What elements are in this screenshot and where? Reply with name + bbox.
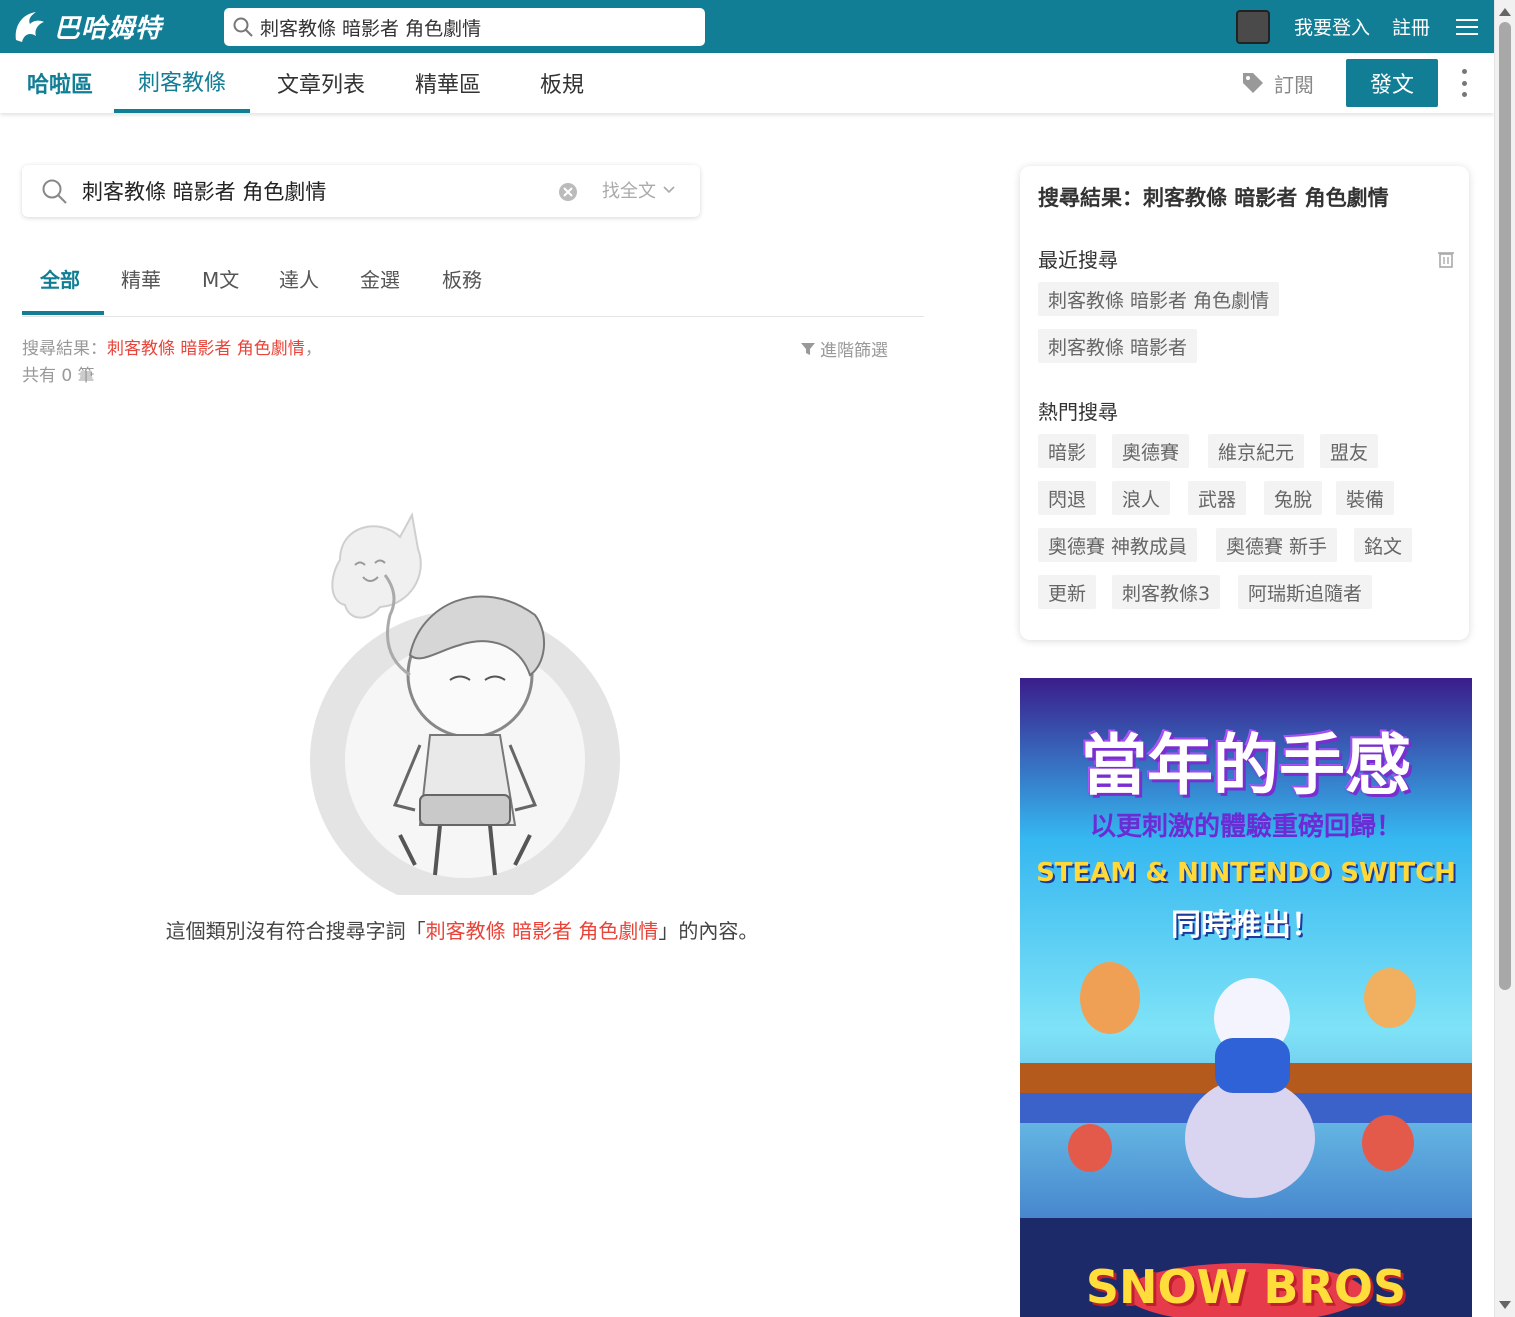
chevron-down-icon [663, 186, 675, 194]
register-link[interactable]: 註冊 [1392, 13, 1430, 40]
empty-state-illustration [310, 512, 620, 895]
search-icon [42, 179, 67, 204]
empty-message: 這個類別沒有符合搜尋字詞「刺客教條 暗影者 角色劇情」的內容。 [0, 915, 924, 944]
hot-search-chip[interactable]: 盟友 [1320, 434, 1379, 468]
ad-release: 同時推出！ [1171, 908, 1321, 943]
hot-search-chip[interactable]: 銘文 [1354, 528, 1413, 562]
search-scope-select[interactable]: 找全文 [602, 177, 676, 203]
tab-m-posts[interactable]: M文 [202, 264, 239, 293]
hot-search-title: 熱門搜尋 [1038, 400, 1118, 424]
site-logo[interactable]: 巴哈姆特 [10, 4, 190, 48]
search-box[interactable]: 刺客教條 暗影者 角色劇情 找全文 [22, 165, 700, 217]
search-icon[interactable] [232, 16, 254, 38]
recent-search-title: 最近搜尋 [1038, 248, 1118, 272]
search-query[interactable]: 刺客教條 暗影者 角色劇情 [82, 176, 542, 206]
hot-search-chip[interactable]: 暗影 [1038, 434, 1097, 468]
top-bar: 巴哈姆特 我要登入 註冊 [0, 0, 1494, 53]
hot-search-chip[interactable]: 武器 [1188, 481, 1247, 515]
top-search-bar[interactable] [224, 8, 705, 46]
hot-search-chip[interactable]: 更新 [1038, 575, 1097, 609]
summary-keyword: 刺客教條 暗影者 角色劇情 [107, 339, 305, 359]
clear-icon[interactable] [558, 182, 578, 202]
tab-gold[interactable]: 金選 [360, 264, 400, 293]
tab-board-affairs[interactable]: 板務 [442, 264, 482, 293]
advanced-filter-button[interactable]: 進階篩選 [800, 336, 888, 361]
advanced-filter-label: 進階篩選 [820, 341, 888, 361]
menu-icon[interactable] [1456, 18, 1478, 35]
active-tab-indicator [22, 311, 104, 315]
logo-text: 巴哈姆特 [54, 13, 163, 44]
subscribe-button[interactable]: 訂閱 [1240, 53, 1314, 113]
summary-suffix: ， [304, 339, 322, 359]
scrollbar-thumb[interactable] [1499, 22, 1511, 990]
login-link[interactable]: 我要登入 [1294, 13, 1370, 40]
ad-banner[interactable]: 當年的手感 以更刺激的體驗重磅回歸！ STEAM & NINTENDO SWIT… [1020, 678, 1472, 1317]
scroll-up-icon[interactable] [1499, 8, 1511, 16]
more-options-icon[interactable] [1460, 69, 1468, 97]
avatar-icon[interactable] [1235, 9, 1270, 44]
ad-subline: 以更刺激的體驗重磅回歸！ [1089, 812, 1402, 842]
filter-icon [801, 342, 815, 355]
post-button[interactable]: 發文 [1346, 59, 1438, 107]
nav-home[interactable]: 哈啦區 [18, 53, 102, 113]
top-search-input[interactable] [260, 16, 680, 38]
result-count: 共有 0 筆 [22, 366, 95, 386]
board-nav: 哈啦區 刺客教條 文章列表 精華區 板規 訂閱 發文 [0, 53, 1494, 113]
empty-message-before: 這個類別沒有符合搜尋字詞「 [165, 919, 426, 943]
trash-icon[interactable] [1438, 250, 1454, 268]
tab-all[interactable]: 全部 [40, 264, 80, 293]
panel-title: 搜尋結果：刺客教條 暗影者 角色劇情 [1038, 186, 1389, 210]
page-scrollbar[interactable] [1494, 0, 1515, 1317]
empty-message-after: 」的內容。 [658, 919, 759, 943]
search-scope-label: 找全文 [602, 181, 656, 202]
scroll-down-icon[interactable] [1499, 1301, 1511, 1309]
subscribe-label: 訂閱 [1274, 72, 1314, 97]
recent-search-chip[interactable]: 刺客教條 暗影者 [1038, 329, 1198, 363]
hot-search-chip[interactable]: 刺客教條3 [1112, 575, 1221, 609]
hot-search-chip[interactable]: 閃退 [1038, 481, 1097, 515]
dragon-logo-icon [15, 12, 44, 42]
ad-game-title: SNOW BROS [1085, 1260, 1407, 1314]
hot-search-chip[interactable]: 奧德賽 [1112, 434, 1190, 468]
summary-prefix: 搜尋結果： [22, 339, 107, 359]
hot-search-chip[interactable]: 奧德賽 新手 [1216, 528, 1338, 562]
nav-digest[interactable]: 精華區 [390, 53, 506, 113]
hot-search-chip[interactable]: 裝備 [1336, 481, 1395, 515]
hot-search-chip[interactable]: 浪人 [1112, 481, 1171, 515]
hot-search-chip[interactable]: 阿瑞斯追隨者 [1238, 575, 1373, 609]
search-side-panel: 搜尋結果：刺客教條 暗影者 角色劇情 最近搜尋 刺客教條 暗影者 角色劇情 刺客… [1020, 166, 1469, 640]
recent-search-chip[interactable]: 刺客教條 暗影者 角色劇情 [1038, 282, 1280, 316]
ad-platforms: STEAM & NINTENDO SWITCH [1036, 858, 1456, 888]
tag-icon [1243, 73, 1263, 93]
tab-digest[interactable]: 精華 [121, 264, 161, 293]
result-summary: 搜尋結果：刺客教條 暗影者 角色劇情， 共有 0 筆 [22, 336, 322, 390]
tab-expert[interactable]: 達人 [279, 264, 319, 293]
hot-search-chip[interactable]: 奧德賽 神教成員 [1038, 528, 1198, 562]
top-right-actions: 我要登入 註冊 [1235, 0, 1478, 53]
nav-board-name[interactable]: 刺客教條 [114, 53, 250, 113]
result-tabs: 全部 精華 M文 達人 金選 板務 [22, 240, 924, 317]
hot-search-chip[interactable]: 維京紀元 [1208, 434, 1305, 468]
nav-article-list[interactable]: 文章列表 [254, 53, 388, 113]
empty-message-keyword: 刺客教條 暗影者 角色劇情 [425, 919, 659, 943]
ad-headline: 當年的手感 [1081, 727, 1411, 804]
hot-search-chip[interactable]: 兔脫 [1264, 481, 1323, 515]
nav-rules[interactable]: 板規 [508, 53, 616, 113]
